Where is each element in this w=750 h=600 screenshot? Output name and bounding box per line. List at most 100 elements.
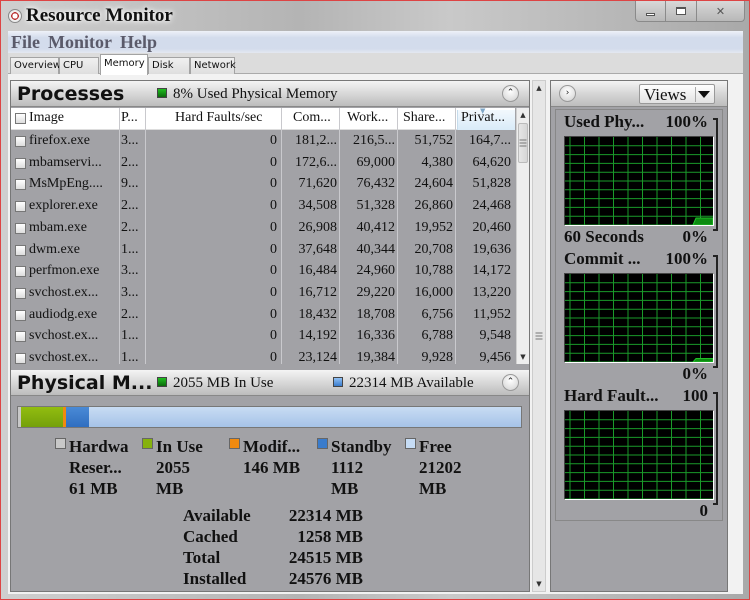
table-row[interactable]: audiodg.exe 2... 0 18,432 18,708 6,756 11,952	[11, 305, 515, 327]
table-row[interactable]: explorer.exe 2... 0 34,508 51,328 26,860 24,46…	[11, 196, 515, 218]
table-row[interactable]: firefox.exe 3... 0 181,2... 216,5... 51,752 16…	[11, 131, 515, 153]
maximize-button[interactable]	[666, 1, 697, 21]
row-checkbox[interactable]	[15, 331, 26, 343]
memory-summary: Available 22314 MB Cached 1258 MB Total 245…	[183, 506, 363, 590]
close-button[interactable]: ✕	[697, 1, 744, 21]
table-row[interactable]: svchost.ex... 3... 0 16,712 29,220 16,000 13,2…	[11, 283, 515, 305]
tab-memory[interactable]: Memory	[100, 54, 148, 75]
splitter-grip-icon[interactable]	[535, 332, 543, 340]
legend-line: MB	[156, 479, 184, 498]
scroll-down-arrow-icon[interactable]: ▼	[533, 577, 545, 591]
tab-bar: Overview CPU Memory Disk Network	[8, 53, 743, 75]
legend-item: Hardwa Reser... 61 MB	[55, 436, 145, 499]
cell-pid: 9...	[121, 176, 139, 192]
tab-network[interactable]: Network	[190, 57, 236, 74]
summary-value: 24576 MB	[288, 569, 363, 588]
row-checkbox[interactable]	[15, 309, 26, 321]
row-checkbox[interactable]	[15, 244, 26, 256]
summary-total: Total 24515 MB	[183, 548, 363, 569]
resource-monitor-app-icon	[8, 9, 22, 23]
table-row[interactable]: mbam.exe 2... 0 26,908 40,412 19,952 20,460	[11, 218, 515, 240]
processes-section-header[interactable]: Processes 8% Used Physical Memory ⌃	[11, 81, 529, 107]
tab-disk[interactable]: Disk	[148, 57, 190, 74]
graph-min-label: 0%	[682, 227, 709, 246]
cell-working-set: 19,384	[356, 350, 396, 365]
cell-commit: 37,648	[298, 241, 338, 257]
select-all-checkbox[interactable]	[15, 113, 26, 124]
cell-shareable: 6,788	[421, 328, 454, 344]
graph-title: Hard Fault...	[564, 386, 659, 405]
row-checkbox[interactable]	[15, 287, 26, 299]
legend-line: 61 MB	[69, 479, 118, 498]
column-hard-faults[interactable]: Hard Faults/sec	[175, 110, 262, 130]
cell-image: explorer.exe	[29, 198, 98, 214]
pane-splitter-scrollbar[interactable]: ▲ ▼	[532, 80, 546, 592]
legend-color-swatch-icon	[142, 438, 153, 449]
graph-usage-area	[692, 217, 713, 225]
summary-available: Available 22314 MB	[183, 506, 363, 527]
menu-help[interactable]: Help	[120, 32, 157, 53]
cell-private: 11,952	[473, 306, 511, 322]
menu-monitor[interactable]: Monitor	[48, 32, 112, 53]
table-row[interactable]: svchost.ex... 1... 0 14,192 16,336 6,788 9,548	[11, 326, 515, 348]
scroll-up-arrow-icon[interactable]: ▲	[517, 108, 529, 122]
menu-file[interactable]: File	[11, 32, 40, 53]
column-private[interactable]: ▼ Privat...	[457, 107, 515, 130]
column-pid[interactable]: P...	[121, 110, 138, 130]
cell-shareable: 26,860	[414, 198, 454, 214]
table-row[interactable]: dwm.exe 1... 0 37,648 40,344 20,708 19,636	[11, 240, 515, 262]
scroll-up-arrow-icon[interactable]: ▲	[533, 81, 545, 95]
graph-plot	[565, 274, 713, 362]
cell-shareable: 51,752	[414, 133, 454, 148]
processes-scrollbar[interactable]: ▲ ▼	[516, 108, 529, 364]
views-dropdown[interactable]: Views	[639, 84, 715, 104]
legend-line: Standby	[331, 437, 392, 456]
cell-working-set: 51,328	[356, 198, 396, 214]
scroll-down-arrow-icon[interactable]: ▼	[517, 350, 529, 364]
graph-title: Commit ...	[564, 249, 641, 268]
row-checkbox[interactable]	[15, 201, 26, 213]
row-checkbox[interactable]	[15, 136, 26, 147]
table-row[interactable]: MsMpEng.... 9... 0 71,620 76,432 24,604 51,828	[11, 174, 515, 196]
tab-cpu[interactable]: CPU	[59, 57, 99, 74]
column-working-set[interactable]: Work...	[347, 110, 388, 130]
collapse-processes-button[interactable]: ⌃	[502, 85, 519, 102]
row-checkbox[interactable]	[15, 353, 26, 364]
summary-label: Cached	[183, 527, 238, 546]
column-image[interactable]: Image	[29, 110, 64, 130]
graph-min-label: 0	[699, 501, 709, 520]
legend-line: MB	[419, 479, 447, 498]
cell-pid: 2...	[121, 198, 139, 214]
used-physical-memory-status: 8% Used Physical Memory	[173, 86, 338, 102]
cell-private: 24,468	[472, 198, 512, 214]
cell-private: 19,636	[472, 241, 512, 257]
legend-item: In Use 2055 MB	[142, 436, 232, 499]
graph-max-label: 100%	[665, 112, 709, 131]
cell-pid: 1...	[121, 328, 139, 344]
graph-plot	[565, 411, 713, 499]
minimize-button[interactable]	[636, 1, 667, 21]
row-checkbox[interactable]	[15, 266, 26, 278]
tab-overview[interactable]: Overview	[10, 57, 61, 74]
cell-pid: 2...	[121, 154, 139, 170]
legend-color-swatch-icon	[317, 438, 328, 449]
row-checkbox[interactable]	[15, 179, 26, 191]
expand-graphs-button[interactable]: ›	[559, 85, 576, 102]
table-row[interactable]: perfmon.exe 3... 0 16,484 24,960 10,788 14,172	[11, 261, 515, 283]
row-checkbox[interactable]	[15, 157, 26, 169]
legend-line: 21202	[419, 458, 462, 477]
row-checkbox[interactable]	[15, 222, 26, 234]
cell-shareable: 6,756	[421, 306, 454, 322]
scroll-thumb[interactable]	[518, 123, 528, 163]
column-commit[interactable]: Com...	[293, 110, 331, 130]
graph-max-label: 100%	[665, 249, 709, 268]
legend-line: MB	[331, 479, 359, 498]
cell-pid: 3...	[121, 263, 139, 279]
column-shareable[interactable]: Share...	[403, 110, 445, 130]
table-row[interactable]: svchost.ex... 1... 0 23,124 19,384 9,928 9,456	[11, 348, 515, 370]
cell-image: svchost.ex...	[29, 284, 99, 300]
table-row[interactable]: mbamservi... 2... 0 172,6... 69,000 4,380 64,6…	[11, 153, 515, 175]
cell-commit: 16,484	[298, 263, 338, 279]
graph-title: Used Phy...	[564, 112, 645, 131]
cell-working-set: 24,960	[356, 263, 396, 279]
